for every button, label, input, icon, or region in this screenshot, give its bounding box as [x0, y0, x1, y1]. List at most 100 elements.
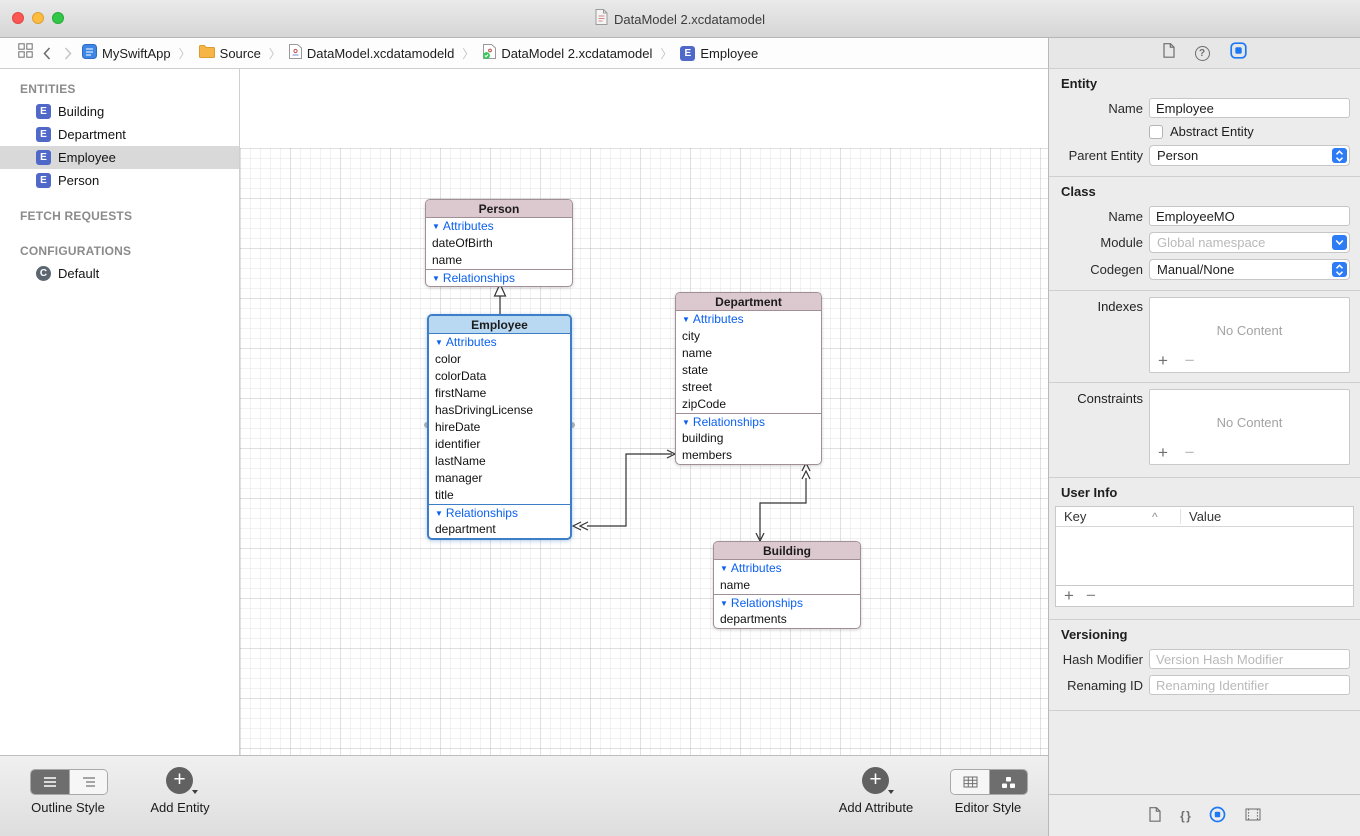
attribute-row[interactable]: title — [429, 487, 570, 504]
remove-user-info-button[interactable]: − — [1086, 586, 1096, 606]
go-forward-button[interactable] — [61, 47, 75, 60]
entity-title[interactable]: Employee — [429, 316, 570, 334]
editor-bottom-bar: Outline Style + Add Entity + Add Attribu… — [0, 755, 1048, 836]
attribute-row[interactable]: firstName — [429, 385, 570, 402]
sidebar-item-department[interactable]: E Department — [0, 123, 239, 146]
go-back-button[interactable] — [40, 47, 54, 60]
attributes-section-toggle[interactable]: ▼Attributes — [714, 560, 860, 577]
remove-constraint-button[interactable]: − — [1185, 443, 1195, 462]
model-diagram-canvas[interactable]: Person ▼Attributes dateOfBirth name ▼Rel… — [240, 69, 1048, 755]
section-label: Relationships — [443, 271, 515, 285]
sidebar-item-building[interactable]: E Building — [0, 100, 239, 123]
remove-index-button[interactable]: − — [1185, 351, 1195, 370]
add-attribute-dropdown-caret-icon[interactable] — [888, 790, 894, 794]
sidebar-item-person[interactable]: E Person — [0, 169, 239, 192]
add-user-info-button[interactable]: + — [1064, 586, 1074, 606]
attributes-section-toggle[interactable]: ▼Attributes — [429, 334, 570, 351]
entity-title[interactable]: Person — [426, 200, 572, 218]
user-info-value-column-header[interactable]: Value — [1180, 509, 1353, 524]
entity-box-building[interactable]: Building ▼Attributes name ▼Relationships… — [713, 541, 861, 629]
add-entity-button[interactable]: + — [166, 767, 193, 794]
relationship-row[interactable]: departments — [714, 611, 860, 628]
title-bar[interactable]: DataModel 2.xcdatamodel — [0, 0, 1360, 38]
breadcrumb-entity[interactable]: E Employee — [680, 46, 758, 61]
attributes-section-toggle[interactable]: ▼Attributes — [676, 311, 821, 328]
object-library-icon[interactable] — [1209, 806, 1226, 826]
add-entity-dropdown-caret-icon[interactable] — [192, 790, 198, 794]
file-inspector-tab-icon[interactable] — [1163, 43, 1175, 63]
sidebar-item-employee[interactable]: E Employee — [0, 146, 239, 169]
relationship-row[interactable]: members — [676, 447, 821, 464]
attribute-row[interactable]: zipCode — [676, 396, 821, 413]
user-info-table[interactable]: Key ^ Value — [1055, 506, 1354, 586]
add-attribute-button[interactable]: + — [862, 767, 889, 794]
breadcrumb-project[interactable]: MySwiftApp — [82, 44, 171, 62]
relationships-section-toggle[interactable]: ▼Relationships — [676, 413, 821, 430]
sort-ascending-icon[interactable]: ^ — [1152, 510, 1180, 524]
attribute-row[interactable]: name — [676, 345, 821, 362]
attribute-row[interactable]: lastName — [429, 453, 570, 470]
entity-box-department[interactable]: Department ▼Attributes city name state s… — [675, 292, 822, 465]
codegen-popup[interactable]: Manual/None — [1149, 259, 1350, 280]
attribute-row[interactable]: colorData — [429, 368, 570, 385]
parent-entity-popup[interactable]: Person — [1149, 145, 1350, 166]
relationships-section-toggle[interactable]: ▼Relationships — [714, 594, 860, 611]
attribute-row[interactable]: street — [676, 379, 821, 396]
entity-title[interactable]: Department — [676, 293, 821, 311]
entity-name-field[interactable] — [1149, 98, 1350, 118]
hash-modifier-field[interactable] — [1149, 649, 1350, 669]
outline-style-hierarchical-segment[interactable] — [69, 770, 107, 794]
attribute-row[interactable]: state — [676, 362, 821, 379]
relationships-section-toggle[interactable]: ▼Relationships — [429, 504, 570, 521]
breadcrumb-group[interactable]: Source — [199, 45, 261, 61]
indexes-list[interactable]: No Content + − — [1149, 297, 1350, 373]
attribute-row[interactable]: name — [714, 577, 860, 594]
sidebar-item-default-configuration[interactable]: C Default — [0, 262, 239, 285]
relationship-connectors — [240, 69, 1048, 755]
outline-style-flat-segment[interactable] — [31, 770, 69, 794]
attribute-row[interactable]: manager — [429, 470, 570, 487]
entity-box-person[interactable]: Person ▼Attributes dateOfBirth name ▼Rel… — [425, 199, 573, 287]
abstract-entity-checkbox[interactable] — [1149, 125, 1163, 139]
code-snippet-library-icon[interactable]: { } — [1180, 809, 1190, 823]
media-library-icon[interactable] — [1245, 808, 1261, 824]
renaming-id-field[interactable] — [1149, 675, 1350, 695]
document-proxy-icon[interactable] — [595, 9, 608, 30]
user-info-table-body[interactable] — [1056, 527, 1353, 585]
add-attribute-label: Add Attribute — [820, 800, 932, 815]
data-model-inspector-panel: Entity Name Abstract Entity Parent Entit… — [1048, 69, 1360, 836]
outline-style-label: Outline Style — [12, 800, 124, 815]
related-items-icon[interactable] — [18, 43, 33, 63]
breadcrumb-separator: 〉 — [461, 45, 475, 62]
entity-title[interactable]: Building — [714, 542, 860, 560]
module-placeholder: Global namespace — [1157, 235, 1265, 250]
file-template-library-icon[interactable] — [1149, 807, 1161, 825]
attribute-row[interactable]: color — [429, 351, 570, 368]
add-index-button[interactable]: + — [1158, 351, 1168, 370]
section-label: Attributes — [443, 219, 494, 233]
relationship-row[interactable]: department — [429, 521, 570, 538]
user-info-key-column-header[interactable]: Key — [1056, 509, 1152, 524]
class-name-field[interactable] — [1149, 206, 1350, 226]
editor-style-graph-segment[interactable] — [989, 770, 1027, 794]
constraints-list[interactable]: No Content + − — [1149, 389, 1350, 465]
attribute-row[interactable]: hasDrivingLicense — [429, 402, 570, 419]
attribute-row[interactable]: identifier — [429, 436, 570, 453]
quick-help-tab-icon[interactable]: ? — [1195, 46, 1210, 61]
attribute-row[interactable]: hireDate — [429, 419, 570, 436]
add-constraint-button[interactable]: + — [1158, 443, 1168, 462]
editor-style-segmented-control — [950, 769, 1028, 795]
breadcrumb-datamodel-bundle[interactable]: DataModel.xcdatamodeld — [289, 44, 454, 62]
attributes-section-toggle[interactable]: ▼Attributes — [426, 218, 572, 235]
attribute-row[interactable]: name — [426, 252, 572, 269]
editor-style-table-segment[interactable] — [951, 770, 989, 794]
attribute-row[interactable]: dateOfBirth — [426, 235, 572, 252]
relationships-section-toggle[interactable]: ▼Relationships — [426, 269, 572, 286]
attribute-row[interactable]: city — [676, 328, 821, 345]
breadcrumb-datamodel-version[interactable]: DataModel 2.xcdatamodel — [482, 44, 652, 63]
module-combo[interactable]: Global namespace — [1149, 232, 1350, 253]
data-model-inspector-tab-icon[interactable] — [1230, 42, 1247, 64]
parent-entity-label: Parent Entity — [1049, 148, 1143, 163]
entity-box-employee[interactable]: Employee ▼Attributes color colorData fir… — [427, 314, 572, 540]
relationship-row[interactable]: building — [676, 430, 821, 447]
